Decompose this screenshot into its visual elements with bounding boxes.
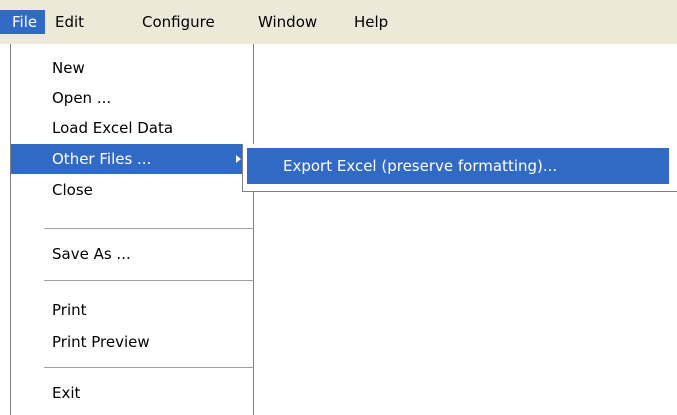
- menu-item-load-excel-data[interactable]: Load Excel Data: [11, 113, 253, 143]
- menu-window[interactable]: Window: [254, 10, 352, 34]
- menu-item-exit[interactable]: Exit: [11, 378, 253, 408]
- menu-item-new[interactable]: New: [11, 53, 253, 83]
- chevron-right-icon: [236, 155, 241, 163]
- other-files-submenu: Export Excel (preserve formatting)...: [242, 144, 677, 192]
- menu-item-export-excel[interactable]: Export Excel (preserve formatting)...: [247, 148, 669, 184]
- menu-item-other-files-label: Other Files ...: [52, 150, 152, 168]
- menu-item-save-as[interactable]: Save As ...: [11, 239, 253, 269]
- menu-help[interactable]: Help: [352, 10, 402, 34]
- menu-file[interactable]: File: [0, 10, 45, 34]
- menu-item-other-files[interactable]: Other Files ...: [11, 144, 253, 174]
- menu-separator: [44, 367, 254, 368]
- menu-bar: File Edit Configure Window Help: [0, 0, 677, 44]
- menu-separator: [44, 280, 254, 281]
- file-dropdown-menu: New Open ... Load Excel Data Other Files…: [10, 44, 254, 415]
- menu-configure[interactable]: Configure: [109, 10, 254, 34]
- menu-separator: [44, 228, 254, 229]
- menu-edit[interactable]: Edit: [45, 10, 109, 34]
- menu-item-open[interactable]: Open ...: [11, 83, 253, 113]
- menu-item-close[interactable]: Close: [11, 175, 253, 205]
- menu-item-print-preview[interactable]: Print Preview: [11, 327, 253, 357]
- menu-item-print[interactable]: Print: [11, 295, 253, 325]
